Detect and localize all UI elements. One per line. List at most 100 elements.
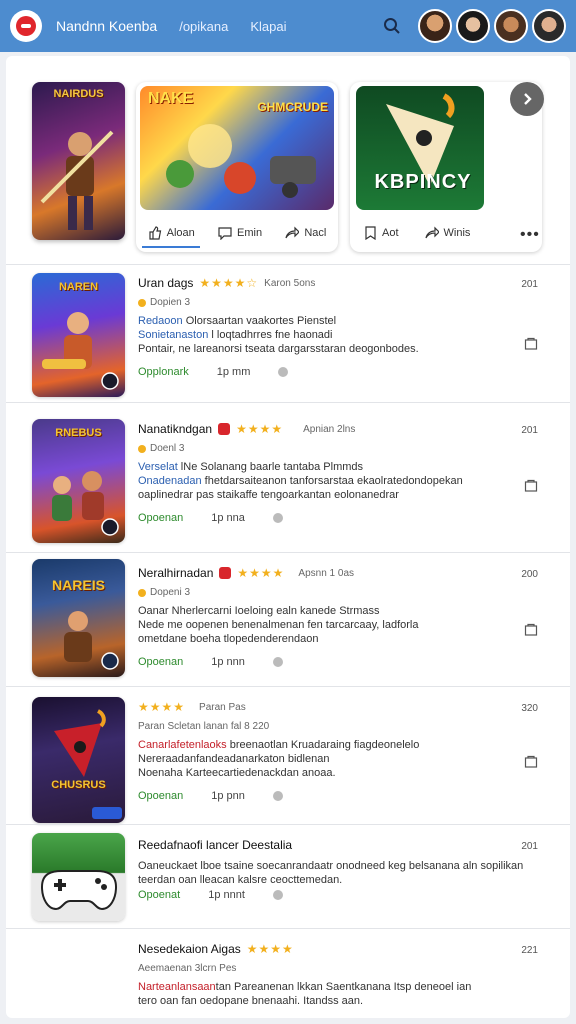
list-item-info: Neralhirnadan ★★★★ Apsnn 1 0as Dopeni 3 …	[138, 565, 542, 668]
time-label: 1p pnn	[211, 790, 245, 802]
item-meta: Paran Pas	[199, 701, 246, 713]
game-thumbnail[interactable]	[32, 833, 125, 921]
header-link-2[interactable]: Klapai	[250, 19, 286, 34]
info-icon[interactable]	[278, 367, 289, 377]
bookmark-icon	[365, 226, 376, 240]
avatar[interactable]	[494, 9, 528, 43]
share-button[interactable]: Winis	[424, 226, 471, 240]
desc-line: Noenaha Karteecartiedenackdan anoaa.	[138, 767, 336, 779]
list-item[interactable]: RNEBUS Nanatikndgan ★★★★ Apnian 2lns Doe…	[6, 402, 570, 552]
featured-card-1[interactable]: NAKE GHMCRUDE Aloan Emin Nacl	[136, 82, 338, 252]
battle-art-icon	[166, 124, 316, 198]
search-icon[interactable]	[380, 14, 404, 38]
item-description: Verselat lNe Solanang baarle tantaba Plm…	[138, 460, 542, 502]
item-count: 201	[521, 425, 538, 436]
carousel-next-button[interactable]	[510, 82, 544, 116]
time-label: 1p nna	[211, 512, 245, 524]
desc-highlight: Onadenadan	[138, 475, 202, 487]
list-item[interactable]: NAREIS Neralhirnadan ★★★★ Apsnn 1 0as Do…	[6, 552, 570, 686]
item-title[interactable]: Nanatikndgan	[138, 422, 212, 436]
save-button[interactable]: Aot	[364, 226, 399, 240]
avatar[interactable]	[456, 9, 490, 43]
item-meta: Aeemaenan 3lcrn Pes	[138, 963, 237, 974]
item-title[interactable]: Reedafnaofi lancer Deestalia	[138, 838, 292, 852]
desc-highlight: Narteanlansaan	[138, 981, 216, 993]
game-thumbnail[interactable]: NAREN	[32, 273, 125, 397]
status-label[interactable]: Opoenan	[138, 512, 183, 524]
rating-stars: ★★★★☆	[199, 276, 259, 290]
info-icon[interactable]	[272, 791, 283, 801]
save-icon[interactable]	[524, 337, 538, 351]
time-label: 1p nnn	[211, 656, 245, 668]
desc-line: teerdan oan lleacan kalsre ceocttemedan.	[138, 874, 343, 886]
warrior-art-icon	[40, 130, 114, 230]
game-thumbnail[interactable]: CHUSRUS	[32, 697, 125, 823]
list-item[interactable]: CHUSRUS ★★★★ Paran Pas Paran Scletan lan…	[6, 686, 570, 824]
share-label: Winis	[443, 227, 471, 239]
info-icon[interactable]	[272, 890, 283, 900]
item-meta: Karon 5ons	[264, 277, 316, 289]
like-button[interactable]: Aloan	[148, 226, 195, 240]
content-sheet: NAIRDUS NAKE GHMCRUDE Aloan Emin Nacl KB…	[6, 56, 570, 1018]
card-2-actions: Aot Winis	[350, 214, 542, 252]
heroes-group-icon	[52, 471, 119, 536]
info-icon[interactable]	[272, 657, 283, 667]
time-label: 1p nnnt	[208, 889, 245, 901]
game-thumbnail[interactable]: RNEBUS	[32, 419, 125, 543]
save-icon[interactable]	[524, 623, 538, 637]
item-description: Narteanlansaantan Pareanenan lkkan Saent…	[138, 980, 542, 1008]
item-count: 200	[521, 569, 538, 580]
item-title[interactable]: Nesedekaion Aigas	[138, 942, 241, 956]
item-title[interactable]: Uran dags	[138, 276, 193, 290]
game-thumbnail[interactable]: NAREIS	[32, 559, 125, 677]
item-subtitle: Paran Scletan lanan fal 8 220	[138, 721, 270, 732]
active-tab-indicator	[142, 246, 200, 248]
save-icon[interactable]	[524, 755, 538, 769]
item-subtitle: Doenl 3	[150, 443, 185, 454]
desc-highlight: Canarlafetenlaoks	[138, 739, 227, 751]
status-label[interactable]: Opoenat	[138, 889, 180, 901]
rating-stars: ★★★★	[236, 422, 284, 436]
top-bar: Nandnn Koenba /opikana Klapai	[0, 0, 576, 52]
app-logo[interactable]	[10, 10, 42, 42]
status-label[interactable]: Opplonark	[138, 366, 189, 378]
desc-line: Nherlercarni Ioeloing ealn kanede Strmas…	[171, 605, 380, 617]
featured-poster[interactable]: NAIRDUS	[32, 82, 125, 240]
desc-line: Oaneuckaet lboe tsaine soecanrandaatr on…	[138, 860, 524, 872]
spade-art-icon	[54, 709, 122, 819]
save-icon[interactable]	[524, 479, 538, 493]
list-item[interactable]: NAREN Uran dags ★★★★☆ Karon 5ons Dopien …	[6, 264, 570, 402]
desc-line: breenaotlan Kruadaraing fiagdeonelelo	[226, 739, 420, 751]
comment-label: Emin	[237, 227, 263, 239]
more-options-icon[interactable]: •••	[520, 226, 540, 244]
header-title[interactable]: Nandnn Koenba	[56, 18, 157, 34]
badge-dot	[138, 298, 146, 307]
share-button[interactable]: Nacl	[285, 226, 326, 240]
comment-button[interactable]: Emin	[218, 226, 262, 240]
item-title[interactable]: Neralhirnadan	[138, 566, 213, 580]
item-count: 320	[521, 703, 538, 714]
card-2-art: KBPINCY	[356, 86, 484, 210]
avatar[interactable]	[532, 9, 566, 43]
list-item[interactable]: Reedafnaofi lancer Deestalia Oaneuckaet …	[6, 824, 570, 928]
status-label[interactable]: Opoenan	[138, 656, 183, 668]
list-item-info: Uran dags ★★★★☆ Karon 5ons Dopien 3 Reda…	[138, 275, 542, 378]
card-1-art: NAKE GHMCRUDE	[140, 86, 334, 210]
item-meta: Apnian 2lns	[303, 423, 356, 435]
item-description: Redaoon Olorsaartan vaakortes Pienstel S…	[138, 314, 542, 356]
item-description: Canarlafetenlaoks breenaotlan Kruadarain…	[138, 738, 542, 780]
status-label[interactable]: Opoenan	[138, 790, 183, 802]
info-icon[interactable]	[272, 513, 283, 523]
desc-line: Olorsaartan vaakortes Pienstel	[182, 315, 337, 327]
avatar[interactable]	[418, 9, 452, 43]
comment-icon	[218, 227, 232, 240]
list-item[interactable]: Nesedekaion Aigas ★★★★ Aeemaenan 3lcrn P…	[6, 928, 570, 1014]
badge-icon	[219, 567, 232, 579]
save-label: Aot	[382, 227, 399, 239]
header-link-1[interactable]: /opikana	[179, 19, 228, 34]
desc-line: tan Pareanenan lkkan Saentkanana Itsp de…	[215, 981, 472, 993]
thumbs-up-icon	[149, 226, 161, 240]
rating-stars: ★★★★	[246, 942, 294, 956]
logo-icon	[16, 16, 36, 36]
share-label: Nacl	[304, 227, 327, 239]
